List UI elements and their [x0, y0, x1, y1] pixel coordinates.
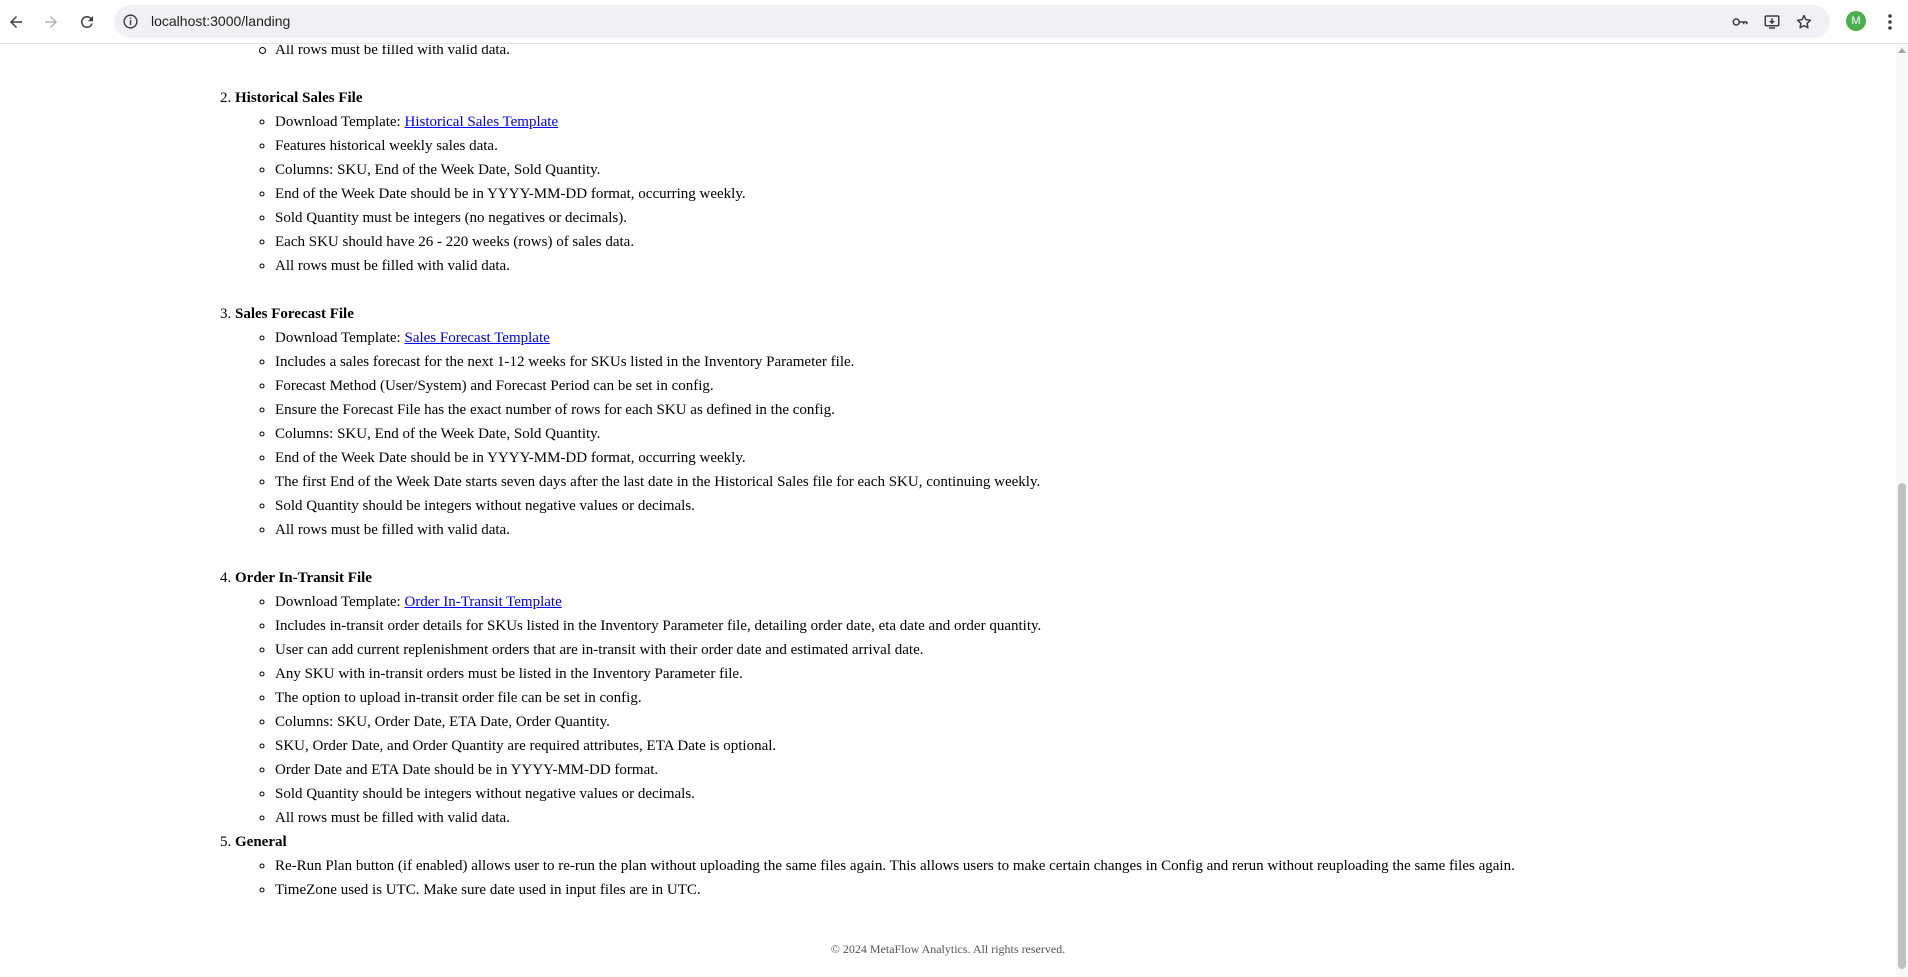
list-item: Sold Quantity should be integers without…	[275, 782, 1896, 806]
section-title: Historical Sales File	[235, 90, 363, 106]
list-item: Download Template: Order In-Transit Temp…	[275, 590, 1896, 614]
list-item: End of the Week Date should be in YYYY-M…	[275, 182, 1896, 206]
list-item: Forecast Method (User/System) and Foreca…	[275, 374, 1896, 398]
section-title: Sales Forecast File	[235, 306, 354, 322]
section-historical-sales: Historical Sales File Download Template:…	[235, 86, 1896, 278]
list-item: Columns: SKU, End of the Week Date, Sold…	[275, 422, 1896, 446]
list-item: The option to upload in-transit order fi…	[275, 686, 1896, 710]
list-item: All rows must be filled with valid data.	[275, 806, 1896, 830]
section-order-in-transit: Order In-Transit File Download Template:…	[235, 566, 1896, 830]
section-title: Order In-Transit File	[235, 570, 372, 586]
list-item: Columns: SKU, End of the Week Date, Sold…	[275, 158, 1896, 182]
list-item: Includes in-transit order details for SK…	[275, 614, 1896, 638]
list-item: Columns: SKU, Order Date, ETA Date, Orde…	[275, 710, 1896, 734]
address-bar[interactable]: localhost:3000/landing	[114, 5, 1830, 38]
list-item: User can add current replenishment order…	[275, 638, 1896, 662]
section-sales-forecast: Sales Forecast File Download Template: S…	[235, 302, 1896, 542]
section-title: General	[235, 834, 287, 850]
file-sections-list: Historical Sales File Download Template:…	[0, 86, 1896, 902]
list-item: Each SKU should have 26 - 220 weeks (row…	[275, 230, 1896, 254]
section-items: Download Template: Order In-Transit Temp…	[235, 590, 1896, 830]
url-text[interactable]: localhost:3000/landing	[151, 13, 290, 29]
section-general: General Re-Run Plan button (if enabled) …	[235, 830, 1896, 902]
list-item: Sold Quantity must be integers (no negat…	[275, 206, 1896, 230]
scroll-up-arrow-icon[interactable]	[1898, 48, 1906, 53]
download-label: Download Template:	[275, 594, 405, 610]
forward-icon	[45, 16, 57, 28]
profile-avatar[interactable]: M	[1846, 11, 1866, 31]
order-in-transit-template-link[interactable]: Order In-Transit Template	[404, 594, 561, 610]
list-item: All rows must be filled with valid data.	[0, 45, 1896, 62]
list-item: Re-Run Plan button (if enabled) allows u…	[275, 854, 1896, 878]
instructions-content: All rows must be filled with valid data.…	[0, 45, 1896, 902]
reload-button[interactable]	[73, 8, 101, 36]
download-label: Download Template:	[275, 330, 405, 346]
password-key-icon[interactable]	[1731, 13, 1749, 31]
page-footer: © 2024 MetaFlow Analytics. All rights re…	[830, 942, 1066, 956]
list-item: Includes a sales forecast for the next 1…	[275, 350, 1896, 374]
page-viewport: All rows must be filled with valid data.…	[0, 45, 1896, 977]
bookmark-star-icon[interactable]	[1795, 13, 1813, 31]
list-item: The first End of the Week Date starts se…	[275, 470, 1896, 494]
back-button[interactable]	[2, 8, 30, 36]
back-icon	[10, 16, 22, 28]
vertical-scrollbar[interactable]	[1896, 45, 1908, 977]
list-item: TimeZone used is UTC. Make sure date use…	[275, 878, 1896, 902]
section-items: Download Template: Sales Forecast Templa…	[235, 326, 1896, 542]
install-app-icon[interactable]	[1763, 13, 1781, 31]
forward-button[interactable]	[37, 8, 65, 36]
menu-dots-icon[interactable]	[1880, 11, 1900, 33]
list-item: All rows must be filled with valid data.	[275, 254, 1896, 278]
scrollbar-thumb[interactable]	[1898, 483, 1906, 969]
browser-toolbar: localhost:3000/landing M	[0, 0, 1908, 44]
list-item: End of the Week Date should be in YYYY-M…	[275, 446, 1896, 470]
list-item: All rows must be filled with valid data.	[275, 518, 1896, 542]
reload-icon	[81, 15, 93, 28]
list-item: Ensure the Forecast File has the exact n…	[275, 398, 1896, 422]
list-item: Features historical weekly sales data.	[275, 134, 1896, 158]
sales-forecast-template-link[interactable]: Sales Forecast Template	[404, 330, 549, 346]
list-item: Sold Quantity should be integers without…	[275, 494, 1896, 518]
list-item: Any SKU with in-transit orders must be l…	[275, 662, 1896, 686]
list-item: SKU, Order Date, and Order Quantity are …	[275, 734, 1896, 758]
site-info-icon[interactable]	[122, 13, 139, 30]
section-items: Re-Run Plan button (if enabled) allows u…	[235, 854, 1896, 902]
list-item: Download Template: Historical Sales Temp…	[275, 110, 1896, 134]
section-items: Download Template: Historical Sales Temp…	[235, 110, 1896, 278]
list-item: Order Date and ETA Date should be in YYY…	[275, 758, 1896, 782]
list-item: Download Template: Sales Forecast Templa…	[275, 326, 1896, 350]
download-label: Download Template:	[275, 114, 405, 130]
historical-sales-template-link[interactable]: Historical Sales Template	[404, 114, 558, 130]
